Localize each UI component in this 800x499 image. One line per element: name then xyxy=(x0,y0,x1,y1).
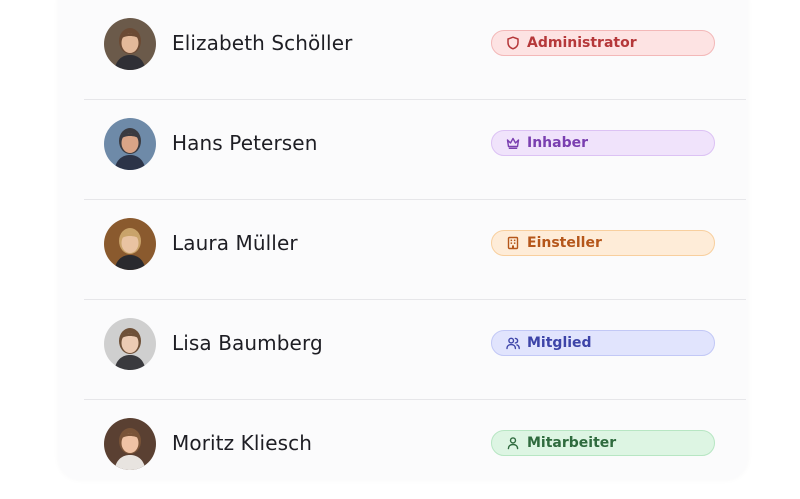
role-badge: Inhaber xyxy=(491,130,715,156)
member-list: Elizabeth Schöller Administrator Hans Pete… xyxy=(84,0,746,499)
member-name: Hans Petersen xyxy=(172,131,318,155)
role-badge: Einsteller xyxy=(491,230,715,256)
member-row[interactable]: Elizabeth Schöller Administrator xyxy=(84,0,746,100)
user-icon xyxy=(506,436,520,450)
avatar xyxy=(104,118,156,170)
avatar xyxy=(104,18,156,70)
member-row[interactable]: Hans Petersen Inhaber xyxy=(84,100,746,200)
role-badge: Administrator xyxy=(491,30,715,56)
role-label: Administrator xyxy=(527,35,637,51)
role-label: Inhaber xyxy=(527,135,589,151)
users-icon xyxy=(506,336,520,350)
member-name: Moritz Kliesch xyxy=(172,431,312,455)
member-name: Laura Müller xyxy=(172,231,298,255)
member-name: Elizabeth Schöller xyxy=(172,31,353,55)
crown-icon xyxy=(506,136,520,150)
role-label: Einsteller xyxy=(527,235,602,251)
building-icon xyxy=(506,236,520,250)
role-label: Mitarbeiter xyxy=(527,435,617,451)
member-row[interactable]: Moritz Kliesch Mitarbeiter xyxy=(84,400,746,499)
avatar xyxy=(104,318,156,370)
member-name: Lisa Baumberg xyxy=(172,331,323,355)
role-badge: Mitglied xyxy=(491,330,715,356)
role-badge: Mitarbeiter xyxy=(491,430,715,456)
member-row[interactable]: Lisa Baumberg Mitglied xyxy=(84,300,746,400)
member-row[interactable]: Laura Müller Einsteller xyxy=(84,200,746,300)
avatar xyxy=(104,218,156,270)
shield-icon xyxy=(506,36,520,50)
role-label: Mitglied xyxy=(527,335,592,351)
avatar xyxy=(104,418,156,470)
